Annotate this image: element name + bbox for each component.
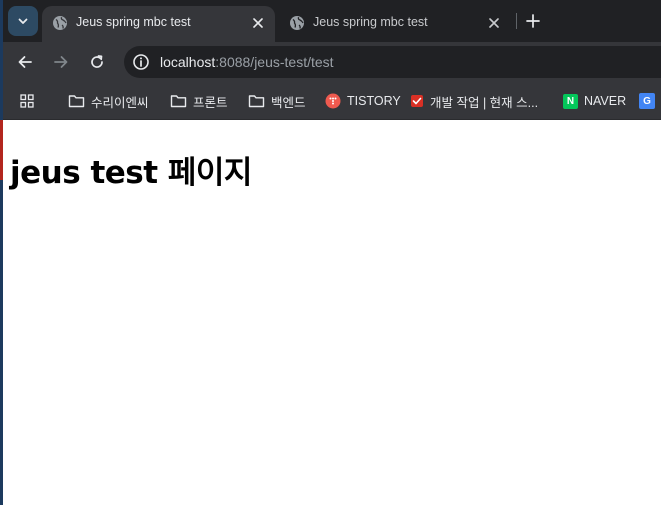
- bookmarks-bar: 수리이엔씨 프론트 백엔드 TISTORY 개발 작업 | 현재 스... N …: [0, 82, 661, 120]
- folder-icon: [170, 95, 187, 108]
- tab-inactive[interactable]: Jeus spring mbc test: [279, 6, 511, 42]
- apps-button[interactable]: [19, 90, 35, 112]
- globe-icon: [290, 16, 304, 30]
- url-host: localhost: [160, 54, 216, 70]
- bookmark-label: 백엔드: [271, 95, 306, 110]
- google-translate-icon: G: [639, 93, 655, 109]
- bookmark-label: NAVER: [584, 94, 627, 108]
- bookmark-google-translate[interactable]: G: [639, 90, 655, 112]
- desktop-edge: [0, 0, 3, 505]
- new-tab-button[interactable]: [521, 9, 545, 33]
- bookmark-label: 개발 작업 | 현재 스...: [430, 95, 539, 110]
- bookmark-label: 수리이엔씨: [91, 95, 149, 110]
- bookmark-folder-front[interactable]: 프론트: [170, 90, 228, 112]
- page-content: jeus test 페이지: [3, 121, 661, 505]
- folder-icon: [68, 95, 85, 108]
- bookmark-naver[interactable]: N NAVER: [563, 90, 626, 112]
- forward-button[interactable]: [49, 50, 73, 74]
- bookmark-label: TISTORY: [347, 94, 401, 108]
- close-icon: [253, 18, 263, 28]
- arrow-right-icon: [54, 56, 68, 68]
- checkbox-icon: [411, 95, 423, 107]
- close-icon: [489, 18, 499, 28]
- arrow-left-icon: [18, 56, 32, 68]
- tab-divider: [516, 13, 517, 29]
- bookmark-tistory[interactable]: TISTORY: [325, 90, 401, 112]
- tab-active[interactable]: Jeus spring mbc test: [42, 6, 275, 42]
- chevron-down-icon: [18, 18, 28, 24]
- address-bar[interactable]: localhost:8088/jeus-test/test: [124, 46, 661, 78]
- reload-button[interactable]: [85, 50, 109, 74]
- tab-title: Jeus spring mbc test: [76, 15, 191, 29]
- naver-icon: N: [563, 93, 578, 109]
- reload-icon: [91, 55, 103, 68]
- url-path: :8088/jeus-test/test: [215, 54, 334, 70]
- tab-strip: Jeus spring mbc test Jeus spring mbc tes…: [0, 0, 661, 42]
- tab-title: Jeus spring mbc test: [313, 15, 428, 29]
- desktop-edge-accent: [0, 120, 3, 180]
- apps-grid-icon: [20, 94, 34, 108]
- browser-toolbar: localhost:8088/jeus-test/test: [0, 42, 661, 82]
- tab-close-button[interactable]: [249, 14, 267, 32]
- bookmark-folder-suri[interactable]: 수리이엔씨: [68, 90, 149, 112]
- bookmark-folder-backend[interactable]: 백엔드: [248, 90, 306, 112]
- site-info-icon[interactable]: [132, 53, 150, 71]
- folder-icon: [248, 95, 265, 108]
- tab-close-button[interactable]: [485, 14, 503, 32]
- back-button[interactable]: [13, 50, 37, 74]
- page-heading: jeus test 페이지: [10, 155, 252, 191]
- plus-icon: [526, 14, 540, 28]
- tab-search-button[interactable]: [8, 6, 38, 36]
- tistory-icon: [325, 93, 341, 109]
- globe-icon: [53, 16, 67, 30]
- url-text[interactable]: localhost:8088/jeus-test/test: [160, 54, 334, 70]
- bookmark-label: 프론트: [193, 95, 228, 110]
- bookmark-dev-work[interactable]: 개발 작업 | 현재 스...: [410, 90, 538, 112]
